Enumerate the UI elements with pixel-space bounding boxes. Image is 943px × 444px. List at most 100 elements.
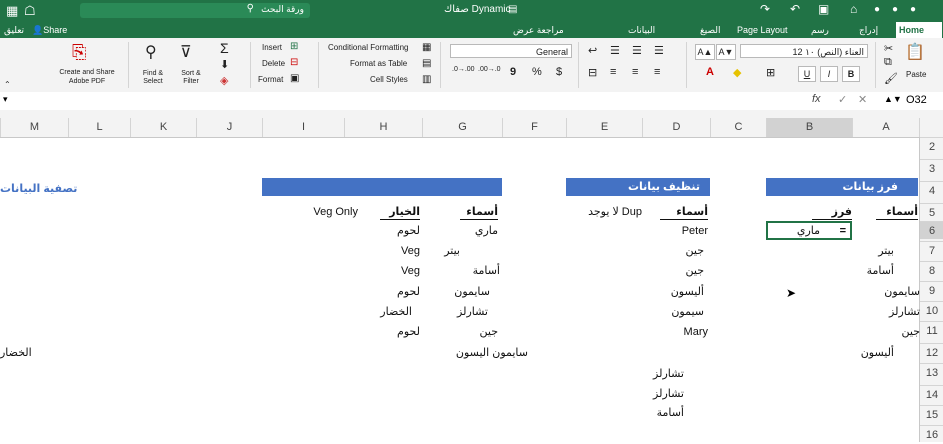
window-control[interactable]: ●	[874, 4, 880, 15]
align-top-icon[interactable]: ☰	[654, 44, 664, 57]
filter-name[interactable]: ماري	[430, 224, 498, 238]
undo-icon[interactable]: ↶	[790, 2, 800, 16]
clean-name[interactable]: أسامة	[622, 406, 684, 420]
filter-option[interactable]: لحوم	[360, 325, 420, 339]
filter-option[interactable]: لحوم	[360, 224, 420, 238]
clean-name[interactable]: Mary	[642, 325, 708, 339]
row-header-6[interactable]: 6	[920, 221, 943, 239]
clean-name[interactable]: جين	[642, 244, 705, 258]
tab-data[interactable]: البيانات	[625, 22, 658, 38]
merge-icon[interactable]: ⊟	[588, 66, 597, 79]
paste-label[interactable]: Paste	[906, 70, 926, 79]
filter-option[interactable]: Veg	[360, 264, 420, 278]
column-header-L[interactable]: L	[68, 118, 130, 137]
filter-name[interactable]: بيتر	[420, 244, 460, 258]
sort-name[interactable]: بيتر	[854, 244, 894, 258]
row-header-4[interactable]: 4	[920, 181, 943, 199]
tab-insert[interactable]: إدراج	[856, 22, 881, 38]
wrap-text-icon[interactable]: ↩	[588, 44, 597, 57]
cut-icon[interactable]: ✂	[884, 42, 893, 55]
filter-header-names[interactable]: أسماء	[460, 205, 498, 220]
sort-header-names[interactable]: أسماء	[876, 205, 918, 220]
row-header-9[interactable]: 9	[920, 281, 943, 299]
conditional-formatting-icon[interactable]: ▦	[422, 42, 431, 53]
align-middle-icon[interactable]: ☰	[632, 44, 642, 57]
format-as-table-icon[interactable]: ▤	[422, 58, 431, 69]
clean-name[interactable]: أليسون	[642, 285, 704, 299]
filter-option[interactable]: Veg	[360, 244, 420, 258]
fill-color-icon[interactable]: ◆	[733, 66, 741, 79]
column-header-H[interactable]: H	[344, 118, 422, 137]
filter-name[interactable]: سايمون اليسون	[420, 346, 528, 360]
decrease-decimal-button[interactable]: .0→.00	[452, 66, 475, 73]
conditional-formatting-button[interactable]: Conditional Formatting	[328, 43, 408, 52]
expand-icon[interactable]: ▾	[3, 94, 8, 105]
fx-icon[interactable]: fx	[812, 93, 821, 105]
comma-button[interactable]: 9	[510, 66, 516, 78]
name-box-dropdown-icon[interactable]: ▲▼	[884, 94, 902, 104]
redo-icon[interactable]: ↷	[760, 2, 770, 16]
cell-styles-button[interactable]: Cell Styles	[370, 75, 408, 84]
pdf-icon[interactable]: ⎘	[72, 42, 86, 63]
align-bottom-icon[interactable]: ☰	[610, 44, 620, 57]
column-header-I[interactable]: I	[262, 118, 344, 137]
row-header-15[interactable]: 15	[920, 405, 943, 423]
filter-veg-only[interactable]: Veg Only	[270, 205, 358, 219]
copy-icon[interactable]: ⧉	[884, 56, 892, 69]
column-header-B[interactable]: B	[766, 118, 852, 137]
column-header-M[interactable]: M	[0, 118, 68, 137]
active-cell[interactable]: = ماري	[766, 221, 852, 240]
clear-icon[interactable]: ◈	[220, 74, 228, 87]
row-header-3[interactable]: 3	[920, 159, 943, 177]
m-column-value[interactable]: الخضار	[0, 346, 40, 360]
row-header-8[interactable]: 8	[920, 261, 943, 279]
increase-decimal-button[interactable]: .00→.0	[478, 66, 501, 73]
number-format-select[interactable]: General	[450, 44, 572, 58]
name-box[interactable]: O32	[906, 94, 927, 106]
filter-name[interactable]: تشارلز	[430, 305, 488, 319]
font-name-select[interactable]: العناء (النص) ۱۰ 12	[740, 44, 868, 58]
clean-no-dup[interactable]: لا يوجد Dup	[586, 205, 642, 219]
save-icon[interactable]: ▣	[818, 2, 829, 16]
clean-name[interactable]: تشارلز	[622, 367, 684, 381]
delete-icon[interactable]: ⊟	[290, 57, 298, 68]
window-control[interactable]: ●	[892, 4, 898, 15]
insert-button[interactable]: Insert	[262, 43, 282, 52]
window-control[interactable]: ●	[910, 4, 916, 15]
tab-draw[interactable]: رسم	[808, 22, 832, 38]
column-header-J[interactable]: J	[196, 118, 262, 137]
row-header-12[interactable]: 12	[920, 343, 943, 361]
format-as-table-button[interactable]: Format as Table	[350, 59, 407, 68]
column-header-G[interactable]: G	[422, 118, 502, 137]
confirm-icon[interactable]: ✓	[838, 93, 847, 106]
sort-header-sort[interactable]: فرز	[812, 205, 852, 220]
percent-button[interactable]: %	[532, 66, 542, 78]
delete-button[interactable]: Delete	[262, 59, 285, 68]
filter-option[interactable]: لحوم	[360, 285, 420, 299]
clean-name[interactable]: سيمون	[642, 305, 704, 319]
sort-name[interactable]: سايمون	[854, 285, 920, 299]
search-box[interactable]: ورقة البحث ⚲	[80, 3, 310, 18]
sort-name[interactable]: أليسون	[854, 346, 894, 360]
comments-icon[interactable]: ☖	[24, 3, 36, 19]
row-header-13[interactable]: 13	[920, 363, 943, 381]
row-header-16[interactable]: 16	[920, 425, 943, 443]
sort-filter-button[interactable]: Sort & Filter	[178, 70, 204, 86]
tab-home[interactable]: Home	[896, 22, 942, 38]
font-grow-button[interactable]: A▲	[695, 44, 715, 60]
sort-name[interactable]: تشارلز	[854, 305, 920, 319]
clean-name[interactable]: Peter	[642, 224, 708, 238]
select-all-corner[interactable]	[919, 118, 943, 137]
row-header-2[interactable]: 2	[920, 137, 943, 155]
clean-name[interactable]: تشارلز	[622, 387, 684, 401]
bold-button[interactable]: B	[842, 66, 860, 82]
filter-name[interactable]: سايمون	[430, 285, 490, 299]
format-icon[interactable]: ▣	[290, 73, 299, 84]
create-share-pdf-button[interactable]: Create and Share Adobe PDF	[52, 68, 122, 86]
column-header-F[interactable]: F	[502, 118, 566, 137]
tab-formulas[interactable]: الصيغ	[697, 22, 724, 38]
row-header-11[interactable]: 11	[920, 321, 943, 339]
filter-header-option[interactable]: الخيار	[380, 205, 420, 220]
align-left-icon[interactable]: ≡	[654, 66, 660, 78]
home-icon[interactable]: ⌂	[850, 2, 857, 16]
